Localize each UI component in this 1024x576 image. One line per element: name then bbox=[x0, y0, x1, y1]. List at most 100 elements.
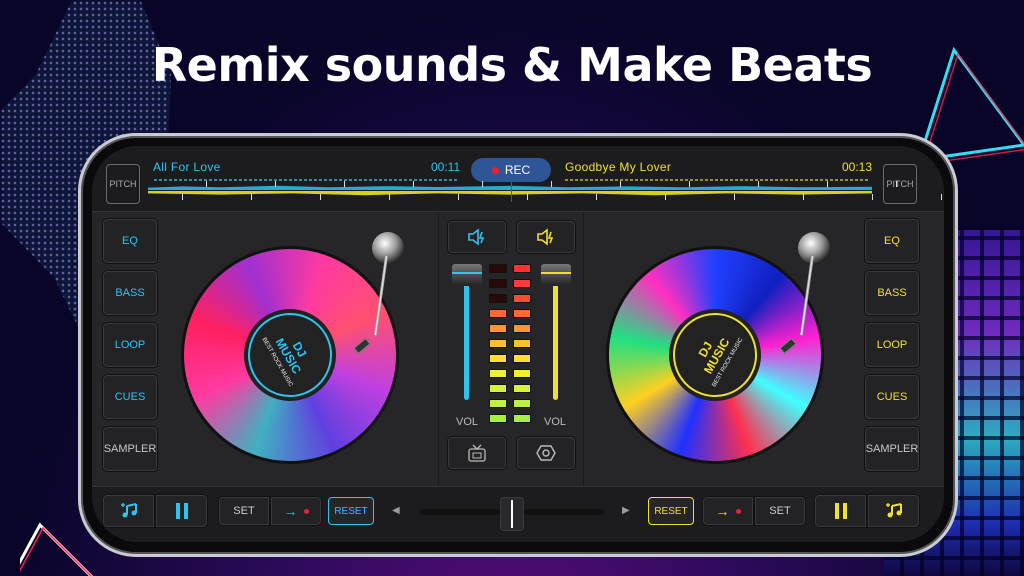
beat-marker bbox=[734, 194, 735, 200]
tv-ad-icon bbox=[468, 444, 486, 462]
volume-track-b[interactable] bbox=[553, 274, 558, 400]
beat-marker bbox=[596, 194, 597, 200]
speaker-boost-button-b[interactable] bbox=[516, 220, 576, 254]
vu-meter-segment bbox=[489, 339, 507, 348]
speaker-boost-button-a[interactable] bbox=[447, 220, 507, 254]
side-button-sampler-b[interactable]: SAMPLER bbox=[864, 426, 920, 472]
waveform-a[interactable] bbox=[148, 185, 872, 190]
reset-button-b[interactable]: RESET bbox=[648, 497, 694, 525]
ad-button[interactable] bbox=[447, 436, 507, 470]
beat-marker bbox=[620, 181, 621, 187]
beat-marker bbox=[344, 181, 345, 187]
beat-marker bbox=[941, 194, 942, 200]
track-time-b: 00:13 bbox=[842, 160, 873, 174]
arrow-right-icon: → bbox=[715, 503, 730, 519]
beat-marker bbox=[482, 181, 483, 187]
music-add-icon bbox=[120, 503, 137, 518]
vu-meter-segment bbox=[513, 399, 531, 408]
waveform-b[interactable] bbox=[148, 191, 872, 196]
crossfader-knob[interactable] bbox=[500, 497, 524, 531]
vu-meter-segment bbox=[513, 309, 531, 318]
side-button-loop-a[interactable]: LOOP bbox=[102, 322, 158, 368]
crossfader-right-arrow-icon[interactable]: ▶ bbox=[622, 505, 630, 516]
side-button-bass-b[interactable]: BASS bbox=[864, 270, 920, 316]
turntable-disc-a[interactable]: DJ MUSIC BEST ROCK MUSIC bbox=[181, 246, 399, 464]
vu-meter-segment bbox=[513, 279, 531, 288]
vu-meter-segment bbox=[489, 264, 507, 273]
beat-marker bbox=[689, 181, 690, 187]
vu-meter-segment bbox=[513, 369, 531, 378]
turntable-disc-b[interactable]: DJ MUSIC BEST ROCK MUSIC bbox=[606, 246, 824, 464]
volume-track-a[interactable] bbox=[464, 274, 469, 400]
vol-label-a: VOL bbox=[456, 416, 479, 428]
disc-label-a: DJ MUSIC BEST ROCK MUSIC bbox=[227, 292, 353, 418]
speaker-boost-icon bbox=[537, 228, 554, 246]
side-button-sampler-a[interactable]: SAMPLER bbox=[102, 426, 158, 472]
playhead bbox=[511, 182, 512, 202]
vu-meter-segment bbox=[513, 294, 531, 303]
arrow-right-icon: → bbox=[283, 503, 298, 519]
record-icon bbox=[491, 166, 499, 174]
track-title-b: Goodbye My Lover bbox=[565, 160, 672, 174]
side-button-cues-a[interactable]: CUES bbox=[102, 374, 158, 420]
music-add-icon bbox=[885, 503, 902, 518]
beat-marker bbox=[182, 194, 183, 200]
side-button-eq-a[interactable]: EQ bbox=[102, 218, 158, 264]
pause-icon bbox=[175, 503, 188, 519]
side-button-bass-a[interactable]: BASS bbox=[102, 270, 158, 316]
rec-label: REC bbox=[504, 163, 531, 177]
cue-go-button-b[interactable]: → bbox=[702, 496, 754, 526]
cue-set-button-a[interactable]: SET bbox=[218, 496, 270, 526]
headline: Remix sounds & Make Beats bbox=[151, 38, 873, 92]
side-button-cues-b[interactable]: CUES bbox=[864, 374, 920, 420]
dj-app-screen: PITCH All For Love 00:11 REC Goodbye My … bbox=[92, 146, 944, 542]
beat-marker bbox=[827, 181, 828, 187]
pitch-button-a[interactable]: PITCH bbox=[106, 164, 140, 204]
progress-bar-b[interactable] bbox=[565, 179, 870, 181]
cue-set-button-b[interactable]: SET bbox=[754, 496, 806, 526]
beat-marker bbox=[413, 181, 414, 187]
rec-button[interactable]: REC bbox=[471, 158, 551, 182]
crossfader[interactable] bbox=[412, 497, 612, 531]
side-button-eq-b[interactable]: EQ bbox=[864, 218, 920, 264]
pause-button-b[interactable] bbox=[814, 494, 867, 528]
pause-icon bbox=[834, 503, 847, 519]
track-time-a: 00:11 bbox=[431, 160, 461, 174]
cue-go-button-a[interactable]: → bbox=[270, 496, 322, 526]
beat-marker bbox=[803, 194, 804, 200]
waveform-bar: PITCH All For Love 00:11 REC Goodbye My … bbox=[92, 146, 944, 212]
vu-meter-segment bbox=[489, 399, 507, 408]
beat-marker bbox=[458, 194, 459, 200]
beat-marker bbox=[389, 194, 390, 200]
vu-meter-segment bbox=[489, 414, 507, 423]
vu-meter-segment bbox=[489, 279, 507, 288]
beat-marker bbox=[320, 194, 321, 200]
vol-label-b: VOL bbox=[544, 416, 567, 428]
beat-marker bbox=[251, 194, 252, 200]
add-music-button-b[interactable] bbox=[867, 494, 920, 528]
add-music-button-a[interactable] bbox=[102, 494, 155, 528]
settings-button[interactable] bbox=[516, 436, 576, 470]
volume-fader-b[interactable] bbox=[541, 264, 571, 286]
crossfader-left-arrow-icon[interactable]: ◀ bbox=[392, 505, 400, 516]
transport-bar: SET → RESET ◀ ▶ RESET → SET bbox=[92, 486, 944, 542]
beat-marker bbox=[206, 181, 207, 187]
track-title-a: All For Love bbox=[153, 160, 221, 174]
vu-meter-segment bbox=[513, 384, 531, 393]
beat-marker bbox=[551, 181, 552, 187]
reset-button-a[interactable]: RESET bbox=[328, 497, 374, 525]
disc-label-b: DJ MUSIC BEST ROCK MUSIC bbox=[652, 292, 778, 418]
vu-meter-segment bbox=[489, 324, 507, 333]
side-button-loop-b[interactable]: LOOP bbox=[864, 322, 920, 368]
record-dot-icon bbox=[735, 508, 741, 514]
beat-marker bbox=[758, 181, 759, 187]
vu-meter-segment bbox=[513, 339, 531, 348]
beat-marker bbox=[896, 181, 897, 187]
vu-meter-segment bbox=[489, 369, 507, 378]
beat-marker bbox=[872, 194, 873, 200]
vu-meter-segment bbox=[489, 384, 507, 393]
pause-button-a[interactable] bbox=[155, 494, 208, 528]
speaker-boost-icon bbox=[468, 228, 485, 246]
volume-fader-a[interactable] bbox=[452, 264, 482, 286]
pitch-button-b[interactable]: PITCH bbox=[883, 164, 917, 204]
